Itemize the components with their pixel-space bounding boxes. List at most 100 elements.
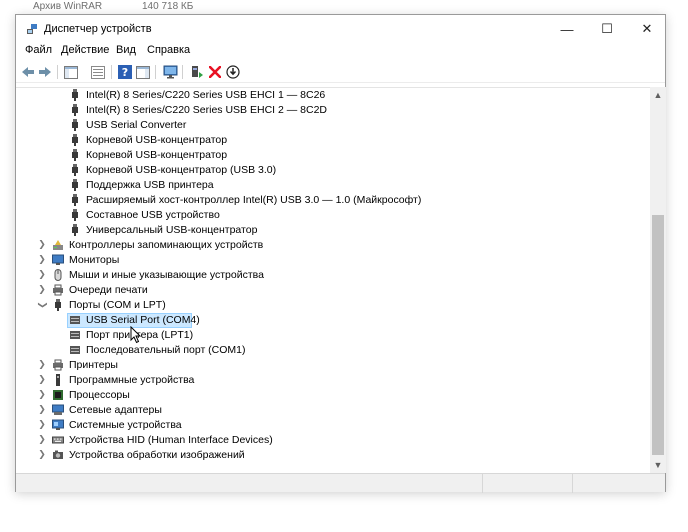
chevron-right-icon[interactable]: ❯ <box>37 239 47 251</box>
forward-button[interactable] <box>37 64 53 80</box>
tree-item-label: Устройства HID (Human Interface Devices) <box>69 434 273 446</box>
chevron-right-icon[interactable]: ❯ <box>37 449 47 461</box>
tree-category-monitors[interactable]: ❯ Мониторы <box>16 253 650 268</box>
monitor-icon <box>52 254 64 265</box>
tree-item-label: Корневой USB-концентратор (USB 3.0) <box>86 164 277 176</box>
enable-device-button[interactable] <box>225 64 241 80</box>
tree-item-label: Intel(R) 8 Series/C220 Series USB EHCI 1… <box>86 89 326 101</box>
tree-item-label: Последовательный порт (COM1) <box>86 344 246 356</box>
arrow-left-icon <box>22 67 34 77</box>
tree-item-label: Расширяемый хост-контроллер Intel(R) USB… <box>86 194 422 206</box>
tree-item-label: Сетевые адаптеры <box>69 404 162 416</box>
tree-category-software-devices[interactable]: ❯ Программные устройства <box>16 373 650 388</box>
mouse-icon <box>54 269 62 281</box>
close-button[interactable]: ✕ <box>627 15 667 43</box>
tree-item-usb-device[interactable]: Поддержка USB принтера <box>16 178 650 193</box>
port-connector-icon <box>70 316 80 324</box>
scan-hardware-button[interactable] <box>162 64 178 80</box>
chevron-right-icon[interactable]: ❯ <box>37 254 47 266</box>
tree-item-label: Поддержка USB принтера <box>86 179 214 191</box>
port-connector-icon <box>70 331 80 339</box>
tree-item-serial-port[interactable]: Последовательный порт (COM1) <box>16 343 650 358</box>
tree-item-label: Корневой USB-концентратор <box>86 134 228 146</box>
tree-item-usb-device[interactable]: Универсальный USB-концентратор <box>16 223 650 238</box>
tree-category-processors[interactable]: ❯ Процессоры <box>16 388 650 403</box>
scroll-up-icon[interactable]: ▲ <box>650 87 666 103</box>
tree-category-hid-devices[interactable]: ❯ Устройства HID (Human Interface Device… <box>16 433 650 448</box>
minimize-button[interactable]: — <box>547 15 587 43</box>
tree-item-printer-port[interactable]: Порт принтера (LPT1) <box>16 328 650 343</box>
menu-view[interactable]: Вид <box>116 44 136 56</box>
tree-category-mice[interactable]: ❯ Мыши и иные указывающие устройства <box>16 268 650 283</box>
toolbar-separator <box>111 65 112 79</box>
properties-button[interactable] <box>90 64 106 80</box>
toolbar: ? <box>16 61 665 83</box>
status-bar <box>16 473 666 493</box>
menu-file[interactable]: Файл <box>25 44 52 56</box>
chevron-right-icon[interactable]: ❯ <box>37 374 47 386</box>
system-devices-icon <box>52 419 64 430</box>
menu-help[interactable]: Справка <box>147 44 190 56</box>
chevron-right-icon[interactable]: ❯ <box>37 389 47 401</box>
tree-item-usb-serial-port-selected[interactable]: USB Serial Port (COM4) <box>16 313 650 328</box>
vertical-scrollbar[interactable]: ▲ ▼ <box>650 87 666 473</box>
action-pane-button[interactable] <box>135 64 151 80</box>
tree-category-print-queues[interactable]: ❯ Очереди печати <box>16 283 650 298</box>
tree-category-ports[interactable]: ❯ Порты (COM и LPT) <box>16 298 650 313</box>
tree-item-label: USB Serial Port (COM4) <box>86 314 200 326</box>
back-button[interactable] <box>20 64 36 80</box>
scrollbar-thumb[interactable] <box>652 215 664 455</box>
tree-item-usb-device[interactable]: Intel(R) 8 Series/C220 Series USB EHCI 2… <box>16 103 650 118</box>
chevron-right-icon[interactable]: ❯ <box>37 359 47 371</box>
console-tree-icon <box>64 65 78 79</box>
properties-icon <box>91 65 105 79</box>
tree-item-label: Intel(R) 8 Series/C220 Series USB EHCI 2… <box>86 104 328 116</box>
usb-plug-icon <box>72 119 78 131</box>
tree-item-usb-device[interactable]: Составное USB устройство <box>16 208 650 223</box>
usb-plug-icon <box>72 134 78 146</box>
maximize-button[interactable]: ☐ <box>587 15 627 43</box>
status-bar-cell <box>572 474 666 493</box>
status-bar-cell <box>482 474 572 493</box>
tree-category-storage-controllers[interactable]: ❯ Контроллеры запоминающих устройств <box>16 238 650 253</box>
help-button[interactable]: ? <box>117 64 133 80</box>
tree-item-usb-device[interactable]: Intel(R) 8 Series/C220 Series USB EHCI 1… <box>16 88 650 103</box>
chevron-right-icon[interactable]: ❯ <box>37 434 47 446</box>
uninstall-device-button[interactable] <box>207 64 223 80</box>
chevron-right-icon[interactable]: ❯ <box>37 269 47 281</box>
usb-plug-icon <box>72 89 78 101</box>
device-manager-window: Диспетчер устройств — ☐ ✕ Файл Действие … <box>15 14 666 493</box>
menu-bar: Файл Действие Вид Справка <box>16 43 665 61</box>
tree-item-usb-device[interactable]: Корневой USB-концентратор <box>16 148 650 163</box>
tree-item-usb-device[interactable]: USB Serial Converter <box>16 118 650 133</box>
device-tree[interactable]: Intel(R) 8 Series/C220 Series USB EHCI 1… <box>16 87 650 473</box>
port-icon <box>55 299 61 311</box>
update-driver-button[interactable] <box>189 64 205 80</box>
toolbar-separator <box>57 65 58 79</box>
usb-plug-icon <box>72 164 78 176</box>
tree-item-label: Устройства обработки изображений <box>69 449 245 461</box>
tree-item-usb-device[interactable]: Корневой USB-концентратор (USB 3.0) <box>16 163 650 178</box>
action-pane-icon <box>136 65 150 79</box>
delete-x-icon <box>209 66 221 78</box>
tree-item-label: Программные устройства <box>69 374 195 386</box>
tree-category-printers[interactable]: ❯ Принтеры <box>16 358 650 373</box>
svg-text:?: ? <box>122 66 128 79</box>
tree-item-usb-device[interactable]: Расширяемый хост-контроллер Intel(R) USB… <box>16 193 650 208</box>
background-window-strip: Архив WinRAR 140 718 КБ <box>0 0 688 14</box>
scroll-down-icon[interactable]: ▼ <box>650 457 666 473</box>
menu-action[interactable]: Действие <box>61 44 109 56</box>
chevron-right-icon[interactable]: ❯ <box>37 404 47 416</box>
title-bar[interactable]: Диспетчер устройств — ☐ ✕ <box>16 15 665 43</box>
chevron-down-icon[interactable]: ❯ <box>36 300 48 310</box>
chevron-right-icon[interactable]: ❯ <box>37 284 47 296</box>
tree-category-system-devices[interactable]: ❯ Системные устройства <box>16 418 650 433</box>
chevron-right-icon[interactable]: ❯ <box>37 419 47 431</box>
usb-plug-icon <box>72 179 78 191</box>
tree-category-imaging-devices[interactable]: ❯ Устройства обработки изображений <box>16 448 650 463</box>
tree-item-usb-device[interactable]: Корневой USB-концентратор <box>16 133 650 148</box>
printer-icon <box>53 284 63 296</box>
usb-plug-icon <box>72 194 78 206</box>
tree-category-network-adapters[interactable]: ❯ Сетевые адаптеры <box>16 403 650 418</box>
show-hide-console-tree-button[interactable] <box>63 64 79 80</box>
